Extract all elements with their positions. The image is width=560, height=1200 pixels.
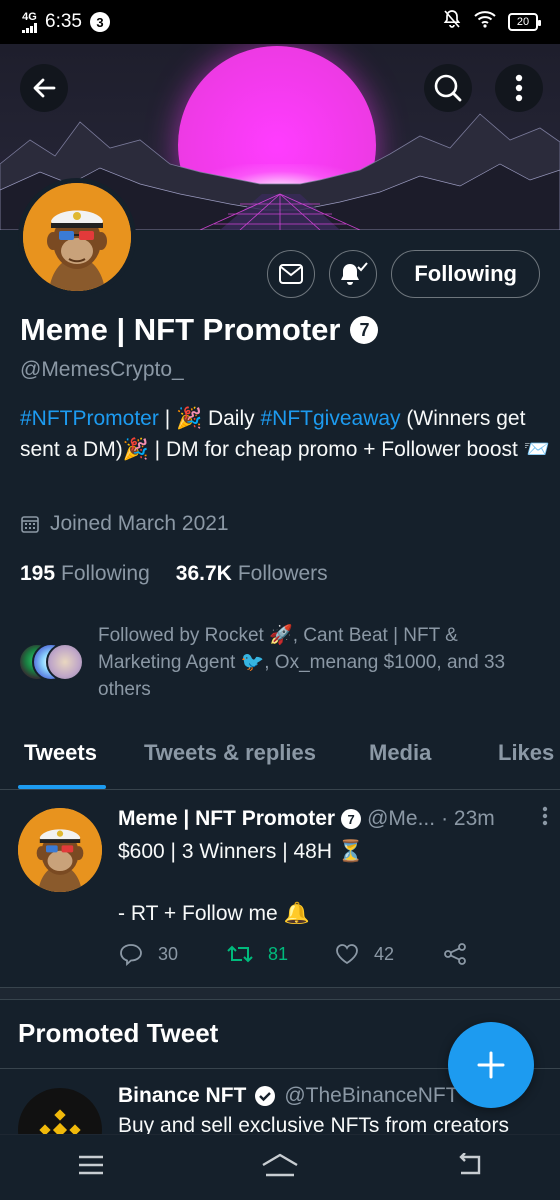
profile-name-text: Meme | NFT Promoter [20, 312, 341, 347]
tab-tweets-replies[interactable]: Tweets & replies [144, 740, 316, 766]
vertical-dots-icon [515, 74, 523, 102]
follow-stats: 195 Following 36.7K Followers [20, 562, 328, 586]
reply-button[interactable]: 30 [118, 942, 226, 966]
back-button[interactable] [20, 64, 68, 112]
system-navigation-bar [0, 1134, 560, 1200]
status-bar: 4G 6:35 3 20 [0, 0, 560, 44]
profile-bio: #NFTPromoter | 🎉 Daily #NFTgiveaway (Win… [20, 407, 550, 461]
retweet-count: 81 [268, 943, 289, 964]
notification-count-badge: 3 [89, 12, 110, 32]
retweet-icon [227, 945, 253, 963]
battery-icon: 20 [508, 13, 541, 31]
tab-tweets[interactable]: Tweets [24, 740, 97, 766]
profile-actions: Following [267, 250, 540, 298]
calendar-icon [21, 516, 39, 533]
follower-avatar [46, 642, 84, 681]
promoted-tweet-header: Binance NFT @TheBinanceNFT [118, 1084, 459, 1108]
verified-badge-icon: 7 [341, 809, 362, 829]
verified-check-icon [255, 1086, 276, 1106]
share-button[interactable] [442, 942, 550, 966]
ape-avatar-image [23, 183, 131, 291]
like-button[interactable]: 42 [334, 942, 442, 966]
search-button[interactable] [424, 64, 472, 112]
followed-by[interactable]: Followed by Rocket 🚀, Cant Beat | NFT & … [18, 622, 538, 703]
envelope-icon [279, 264, 304, 284]
notifications-on-button[interactable] [329, 250, 378, 298]
tweet-text: $600 | 3 Winners | 48H ⏳ - RT + Follow m… [118, 840, 365, 925]
tweet-header: Meme | NFT Promoter 7 @Me... · 23m [118, 806, 548, 832]
promoted-tweet-text: Buy and sell exclusive NFTs from creator… [118, 1114, 509, 1136]
mute-notifications-icon [442, 9, 462, 35]
joined-date: Joined March 2021 [20, 512, 229, 536]
promoted-section-title: Promoted Tweet [18, 1018, 219, 1048]
tweet-timestamp: · 23m [441, 807, 495, 830]
section-divider [0, 988, 560, 1000]
back-nav-icon [458, 1152, 480, 1175]
profile-tabs: Tweets Tweets & replies Media Likes [0, 728, 560, 790]
vertical-dots-icon [542, 806, 548, 826]
profile-avatar[interactable] [18, 178, 136, 296]
signal-icon: 4G [22, 10, 37, 33]
tweet-avatar[interactable] [18, 808, 102, 892]
tweet-author-name[interactable]: Meme | NFT Promoter [118, 807, 335, 831]
retweet-button[interactable]: 81 [226, 942, 334, 966]
reply-count: 30 [158, 943, 179, 964]
promoted-author-name[interactable]: Binance NFT [118, 1084, 246, 1108]
following-button[interactable]: Following [391, 250, 540, 298]
home-nav-button[interactable] [260, 1152, 300, 1183]
tweet-more-button[interactable] [542, 806, 548, 832]
verified-badge-icon: 7 [350, 316, 379, 344]
message-button[interactable] [267, 250, 316, 298]
tab-media[interactable]: Media [369, 740, 431, 766]
follower-avatars [18, 642, 86, 683]
tweet-author-handle: @Me... [367, 807, 436, 830]
promoted-author-handle: @TheBinanceNFT [284, 1084, 459, 1107]
joined-text: Joined March 2021 [50, 512, 229, 535]
active-tab-indicator [18, 785, 106, 789]
tab-likes[interactable]: Likes [498, 740, 554, 766]
tweet-actions: 30 81 42 [118, 942, 550, 966]
followed-by-text: Followed by Rocket 🚀, Cant Beat | NFT & … [98, 625, 506, 700]
hashtag-link[interactable]: #NFTPromoter [20, 407, 159, 430]
ape-avatar-image [18, 808, 102, 892]
menu-nav-button[interactable] [77, 1154, 105, 1181]
profile-handle: @MemesCrypto_ [20, 358, 184, 381]
back-arrow-icon [33, 78, 56, 98]
plus-icon [477, 1051, 505, 1079]
menu-icon [79, 1155, 104, 1175]
profile-name: Meme | NFT Promoter 7 [20, 312, 379, 348]
reply-icon [120, 944, 142, 966]
search-icon [434, 74, 462, 102]
battery-level: 20 [516, 16, 530, 28]
back-nav-button[interactable] [455, 1152, 483, 1182]
compose-tweet-button[interactable] [448, 1022, 534, 1108]
network-type: 4G [22, 10, 37, 23]
bell-check-icon [341, 262, 369, 285]
followers-stat[interactable]: 36.7K Followers [176, 562, 328, 586]
hashtag-link[interactable]: #NFTgiveaway [260, 407, 400, 430]
share-icon [444, 943, 466, 965]
heart-icon [336, 944, 358, 965]
like-count: 42 [374, 943, 395, 964]
home-icon [262, 1153, 298, 1177]
clock: 6:35 [45, 11, 82, 32]
wifi-icon [474, 10, 496, 34]
following-stat[interactable]: 195 Following [20, 562, 150, 586]
more-options-button[interactable] [495, 64, 543, 112]
tweet[interactable]: Meme | NFT Promoter 7 @Me... · 23m $600 … [0, 800, 560, 988]
